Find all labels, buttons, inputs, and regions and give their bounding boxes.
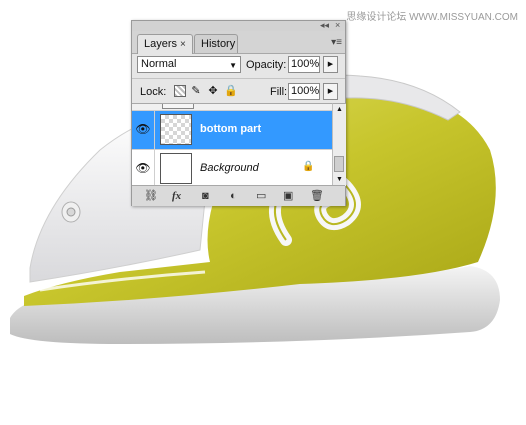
- lock-row: Lock: ✎ ✥ 🔒 Fill: 100% ▶: [132, 78, 345, 104]
- fill-input[interactable]: 100%: [288, 83, 320, 100]
- layer-row-background[interactable]: 👁 Background 🔒: [132, 150, 332, 186]
- visibility-toggle[interactable]: 👁: [132, 111, 155, 149]
- opacity-label: Opacity:: [246, 59, 287, 71]
- scroll-up-icon[interactable]: ▲: [333, 104, 346, 116]
- panel-titlebar[interactable]: ◂◂ ×: [132, 20, 345, 31]
- opacity-input[interactable]: 100%: [288, 56, 320, 73]
- lock-move-icon[interactable]: ✥: [207, 85, 219, 97]
- fx-icon[interactable]: fx: [172, 189, 181, 203]
- layers-panel: ◂◂ × Layers × History ▾≡ Normal ▼ Opacity…: [131, 20, 346, 206]
- watermark-text: 思缘设计论坛 WWW.MISSYUAN.COM: [346, 12, 518, 23]
- panel-menu-icon[interactable]: ▾≡: [331, 37, 342, 48]
- layer-row-bottom-part[interactable]: 👁 bottom part: [132, 111, 332, 150]
- lock-label: Lock:: [140, 86, 167, 98]
- layer-thumbnail: [162, 104, 194, 109]
- scroll-thumb[interactable]: [334, 156, 344, 172]
- tab-history[interactable]: History: [194, 34, 238, 53]
- fill-slider-button[interactable]: ▶: [323, 83, 338, 100]
- collapse-icon[interactable]: ◂◂: [320, 20, 329, 30]
- blend-row: Normal ▼ Opacity: 100% ▶: [132, 53, 345, 78]
- eye-icon: 👁: [135, 161, 151, 175]
- panel-tabs: Layers × History ▾≡: [132, 31, 345, 54]
- layer-thumbnail: [160, 153, 192, 184]
- trash-icon[interactable]: 🗑: [310, 189, 324, 203]
- adjustment-layer-icon[interactable]: ◐: [230, 189, 237, 203]
- panel-bottom-bar: ⛓ fx ◙ ◐ ▭ ▣ 🗑: [132, 185, 345, 206]
- add-mask-icon[interactable]: ◙: [202, 189, 209, 203]
- tab-layers[interactable]: Layers ×: [137, 34, 193, 54]
- tab-layers-label: Layers: [144, 38, 178, 50]
- visibility-toggle[interactable]: 👁: [132, 150, 155, 186]
- chevron-down-icon: ▼: [229, 61, 237, 70]
- eye-icon: 👁: [135, 122, 151, 136]
- new-layer-icon[interactable]: ▣: [283, 189, 293, 203]
- blend-mode-select[interactable]: Normal ▼: [137, 56, 241, 73]
- layer-row-partial[interactable]: [132, 104, 332, 111]
- new-group-icon[interactable]: ▭: [256, 189, 266, 203]
- tab-history-label: History: [201, 38, 236, 50]
- close-icon[interactable]: ×: [335, 20, 340, 30]
- link-layers-icon[interactable]: ⛓: [144, 189, 158, 203]
- lock-all-icon[interactable]: 🔒: [224, 85, 238, 97]
- lock-icon: 🔒: [302, 161, 315, 172]
- lock-brush-icon[interactable]: ✎: [190, 85, 202, 97]
- layer-thumbnail: [160, 114, 192, 145]
- lock-transparent-icon[interactable]: [174, 85, 186, 97]
- tab-close-icon[interactable]: ×: [180, 39, 186, 50]
- layer-name: bottom part: [200, 123, 262, 135]
- layer-list: 👁 bottom part 👁 Background 🔒: [132, 103, 332, 186]
- fill-label: Fill:: [270, 86, 288, 98]
- layer-name: Background: [200, 162, 259, 174]
- layer-list-scrollbar[interactable]: ▲ ▼: [332, 103, 346, 186]
- blend-mode-value: Normal: [141, 58, 177, 70]
- opacity-slider-button[interactable]: ▶: [323, 56, 338, 73]
